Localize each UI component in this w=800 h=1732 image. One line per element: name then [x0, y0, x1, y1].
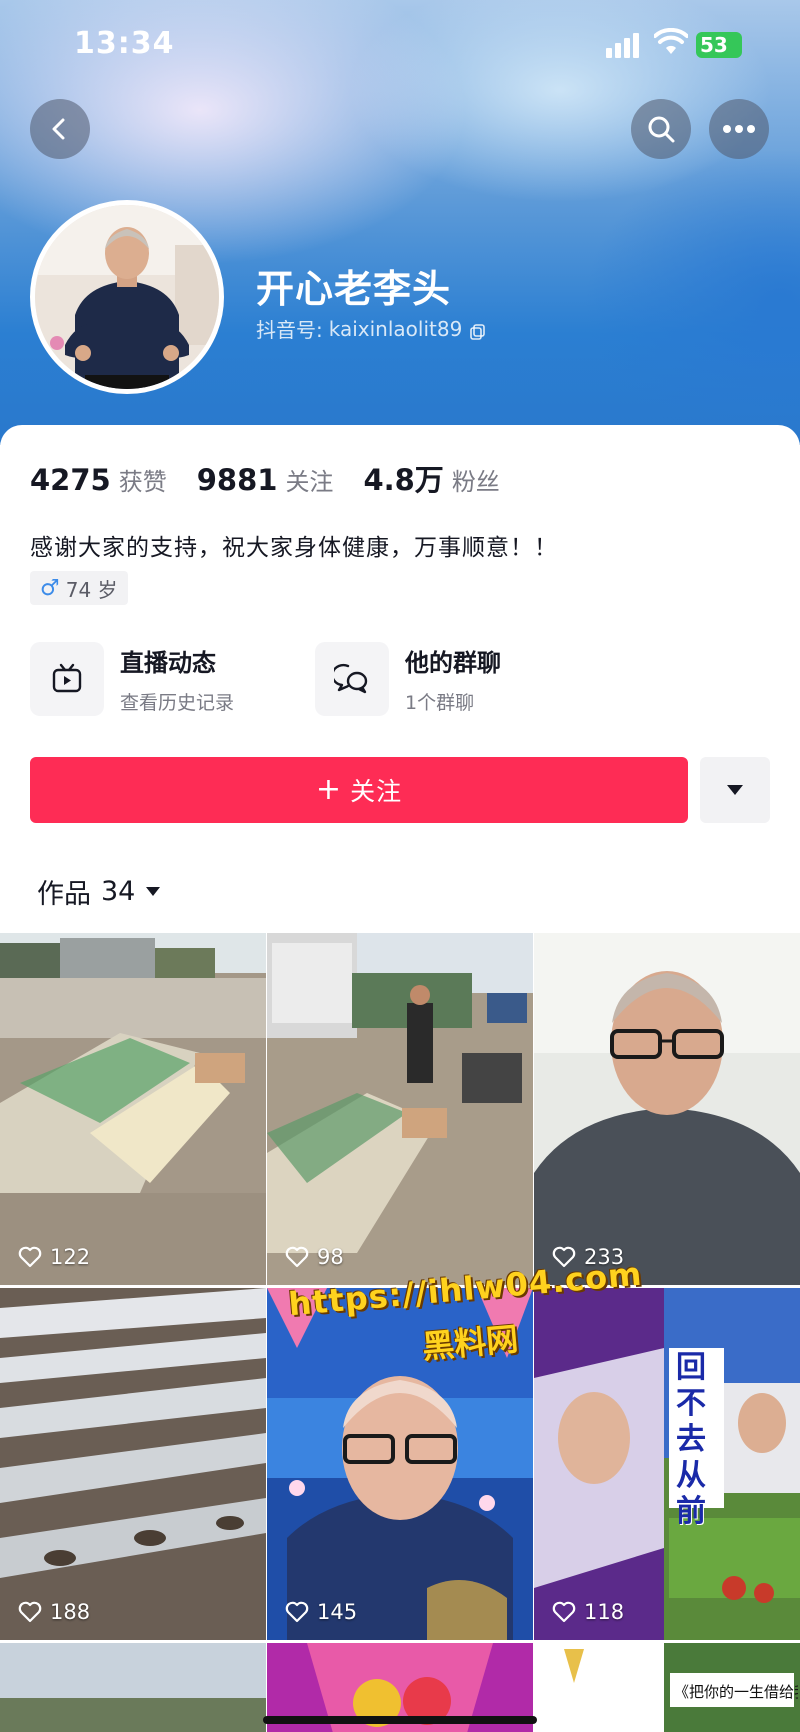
heart-icon	[18, 1246, 42, 1268]
plus-icon: +	[315, 772, 343, 807]
stat-following-label: 关注	[285, 468, 334, 496]
battery-level: 53	[700, 33, 728, 57]
profile-header-banner: 13:34 53 开心老李头 抖音号: kaixinlaolit89	[0, 0, 800, 445]
group-chat-title: 他的群聊	[405, 649, 501, 677]
live-history-entry[interactable]: 直播动态 查看历史记录	[30, 642, 234, 716]
profile-stats: 4275 获赞 9881 关注 4.8万 粉丝	[30, 457, 530, 499]
tab-works[interactable]: 作品 34	[37, 872, 161, 911]
search-button[interactable]	[631, 99, 691, 159]
video-thumbnail	[0, 1288, 266, 1640]
status-bar: 13:34 53	[0, 0, 800, 90]
video-likes-count: 145	[317, 1600, 358, 1624]
chevron-left-icon	[52, 118, 65, 140]
group-chat-subtitle: 1个群聊	[405, 692, 475, 714]
stat-likes[interactable]: 4275 获赞	[30, 462, 167, 497]
home-indicator[interactable]	[263, 1716, 537, 1724]
video-likes: 145	[285, 1600, 357, 1624]
wifi-icon	[654, 28, 688, 54]
age-gender-tag: ♂ 74 岁	[30, 571, 128, 605]
works-tab-label: 作品	[37, 879, 91, 910]
video-tile[interactable]: 《把你的一生借给我	[534, 1643, 800, 1732]
video-likes: 188	[18, 1600, 90, 1624]
cellular-signal-icon	[606, 32, 642, 58]
avatar[interactable]	[30, 200, 224, 394]
video-thumbnail	[267, 933, 533, 1285]
stat-following-count: 9881	[196, 463, 278, 497]
status-time: 13:34	[74, 26, 175, 61]
video-tile[interactable]: 233	[534, 933, 800, 1285]
copy-icon[interactable]	[470, 321, 486, 340]
works-count: 34	[101, 876, 136, 907]
follow-button-label: 关注	[350, 777, 403, 806]
more-options-button[interactable]	[709, 99, 769, 159]
poster-caption: 《把你的一生借给我	[674, 1683, 798, 1701]
video-thumbnail	[0, 1643, 266, 1732]
tv-icon	[30, 642, 104, 716]
live-history-subtitle: 查看历史记录	[120, 692, 235, 714]
video-thumbnail	[534, 1288, 800, 1640]
chat-bubbles-icon	[315, 642, 389, 716]
recommend-dropdown-button[interactable]	[700, 757, 770, 823]
video-tile[interactable]: 122	[0, 933, 266, 1285]
group-chat-entry[interactable]: 他的群聊 1个群聊	[315, 642, 501, 716]
douyin-id-value: kaixinlaolit89	[328, 316, 463, 341]
age-text: 74 岁	[65, 577, 118, 602]
video-likes: 118	[552, 1600, 624, 1624]
stat-likes-count: 4275	[30, 463, 111, 497]
video-thumbnail	[534, 933, 800, 1285]
stat-following[interactable]: 9881 关注	[197, 462, 334, 497]
video-likes-count: 122	[50, 1245, 91, 1269]
douyin-id-label: 抖音号:	[256, 318, 323, 342]
search-icon	[648, 116, 675, 143]
douyin-id: 抖音号: kaixinlaolit89	[256, 314, 486, 343]
video-thumbnail	[0, 933, 266, 1285]
video-likes-count: 98	[317, 1245, 344, 1269]
video-tile[interactable]: 98	[267, 933, 533, 1285]
profile-name: 开心老李头	[256, 267, 452, 311]
battery-icon: 53	[696, 32, 742, 58]
caret-down-icon	[146, 887, 161, 896]
avatar-photo	[35, 205, 219, 389]
stat-followers-count: 4.8万	[363, 463, 444, 497]
stat-likes-label: 获赞	[118, 468, 167, 496]
video-likes-count: 188	[50, 1600, 91, 1624]
follow-button[interactable]: + 关注	[30, 757, 688, 823]
video-likes: 98	[285, 1245, 344, 1269]
video-tile[interactable]: 回不去从前 118	[534, 1288, 800, 1640]
back-button[interactable]	[30, 99, 90, 159]
male-icon: ♂	[40, 575, 60, 601]
video-tile[interactable]	[0, 1643, 266, 1732]
stat-followers[interactable]: 4.8万 粉丝	[363, 457, 499, 499]
heart-icon	[285, 1601, 309, 1623]
caret-down-icon	[727, 785, 743, 795]
poster-text-vertical: 回不去从前	[676, 1350, 706, 1529]
watermark-site: 黑料网	[420, 1319, 520, 1367]
live-history-title: 直播动态	[120, 649, 216, 677]
video-likes-count: 118	[584, 1600, 625, 1624]
video-likes: 122	[18, 1245, 90, 1269]
stat-followers-label: 粉丝	[451, 468, 500, 496]
heart-icon	[285, 1246, 309, 1268]
more-dots-icon	[723, 125, 755, 133]
video-tile[interactable]: 188	[0, 1288, 266, 1640]
profile-bio: 感谢大家的支持，祝大家身体健康，万事顺意！！	[30, 535, 558, 561]
heart-icon	[552, 1601, 576, 1623]
heart-icon	[18, 1601, 42, 1623]
